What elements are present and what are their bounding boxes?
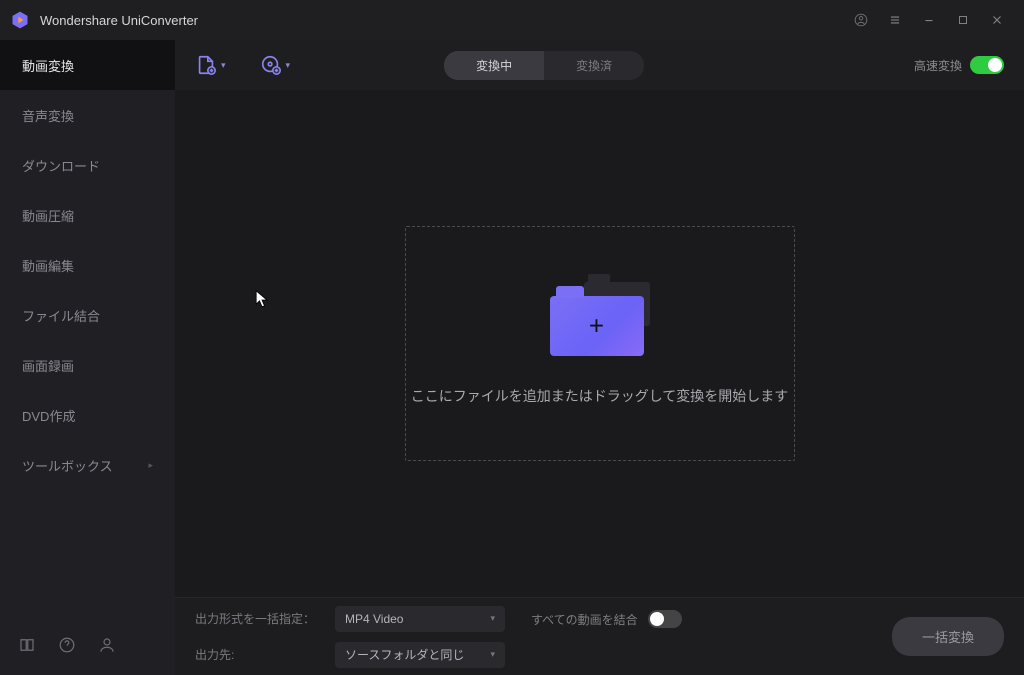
chevron-down-icon: ▾: [221, 60, 226, 71]
sidebar-item-file-merge[interactable]: ファイル結合: [0, 290, 175, 340]
sidebar-item-video-convert[interactable]: 動画変換: [0, 40, 175, 90]
chevron-down-icon: ▾: [490, 649, 495, 660]
sidebar-item-download[interactable]: ダウンロード: [0, 140, 175, 190]
tab-done[interactable]: 変換済: [544, 51, 644, 80]
footer-bar: 出力形式を一括指定： MP4 Video ▾ 出力先: ソースフォルダと同じ ▾…: [175, 597, 1024, 675]
output-format-label: 出力形式を一括指定：: [195, 606, 325, 632]
chevron-down-icon: ▾: [490, 613, 495, 624]
close-icon[interactable]: [980, 3, 1014, 37]
merge-all-label: すべての動画を結合: [531, 611, 638, 628]
title-bar: Wondershare UniConverter: [0, 0, 1024, 40]
tab-switch: 変換中 変換済: [444, 51, 644, 80]
tab-in-progress[interactable]: 変換中: [444, 51, 544, 80]
sidebar: 動画変換 音声変換 ダウンロード 動画圧縮 動画編集 ファイル結合 画面録画 D…: [0, 40, 175, 675]
chevron-down-icon: ▾: [286, 60, 291, 71]
sidebar-item-screen-record[interactable]: 画面録画: [0, 340, 175, 390]
app-title: Wondershare UniConverter: [40, 13, 198, 28]
output-dest-value: ソースフォルダと同じ: [345, 646, 464, 663]
main-panel: ▾ ▾ 変換中 変換済 高速変換 + ここにファイルを追加またはドラ: [175, 40, 1024, 675]
fast-convert-toggle[interactable]: [970, 56, 1004, 74]
drop-zone-text: ここにファイルを追加またはドラッグして変換を開始します: [411, 386, 789, 406]
fast-convert: 高速変換: [914, 56, 1004, 74]
sidebar-item-label: 動画編集: [22, 256, 74, 275]
sidebar-item-label: 音声変換: [22, 106, 74, 125]
sidebar-item-label: 画面録画: [22, 356, 74, 375]
output-dest-dropdown[interactable]: ソースフォルダと同じ ▾: [335, 642, 505, 668]
sidebar-item-label: 動画変換: [22, 56, 74, 75]
sidebar-item-label: ダウンロード: [22, 156, 100, 175]
app-logo-icon: [10, 10, 30, 30]
guide-icon[interactable]: [10, 628, 44, 662]
output-format-value: MP4 Video: [345, 612, 403, 626]
sidebar-item-label: ツールボックス: [22, 456, 113, 475]
add-disc-button[interactable]: ▾: [260, 54, 291, 76]
sidebar-item-label: DVD作成: [22, 406, 75, 425]
chevron-right-icon: ▸: [148, 460, 153, 471]
toolbar: ▾ ▾ 変換中 変換済 高速変換: [175, 40, 1024, 90]
add-file-button[interactable]: ▾: [195, 54, 226, 76]
user-icon[interactable]: [90, 628, 124, 662]
sidebar-footer: [0, 615, 175, 675]
help-icon[interactable]: [50, 628, 84, 662]
sidebar-item-toolbox[interactable]: ツールボックス ▸: [0, 440, 175, 490]
sidebar-item-dvd-create[interactable]: DVD作成: [0, 390, 175, 440]
maximize-icon[interactable]: [946, 3, 980, 37]
sidebar-item-label: ファイル結合: [22, 306, 100, 325]
mouse-cursor-icon: [255, 290, 269, 310]
output-format-dropdown[interactable]: MP4 Video ▾: [335, 606, 505, 632]
sidebar-item-audio-convert[interactable]: 音声変換: [0, 90, 175, 140]
fast-convert-label: 高速変換: [914, 57, 962, 74]
minimize-icon[interactable]: [912, 3, 946, 37]
sidebar-item-label: 動画圧縮: [22, 206, 74, 225]
output-dest-label: 出力先:: [195, 642, 325, 668]
sidebar-item-video-edit[interactable]: 動画編集: [0, 240, 175, 290]
sidebar-item-video-compress[interactable]: 動画圧縮: [0, 190, 175, 240]
menu-icon[interactable]: [878, 3, 912, 37]
convert-all-button[interactable]: 一括変換: [892, 617, 1004, 656]
drop-zone[interactable]: + ここにファイルを追加またはドラッグして変換を開始します: [405, 226, 795, 461]
add-folder-icon: +: [550, 282, 650, 356]
account-icon[interactable]: [844, 3, 878, 37]
merge-all-toggle[interactable]: [648, 610, 682, 628]
